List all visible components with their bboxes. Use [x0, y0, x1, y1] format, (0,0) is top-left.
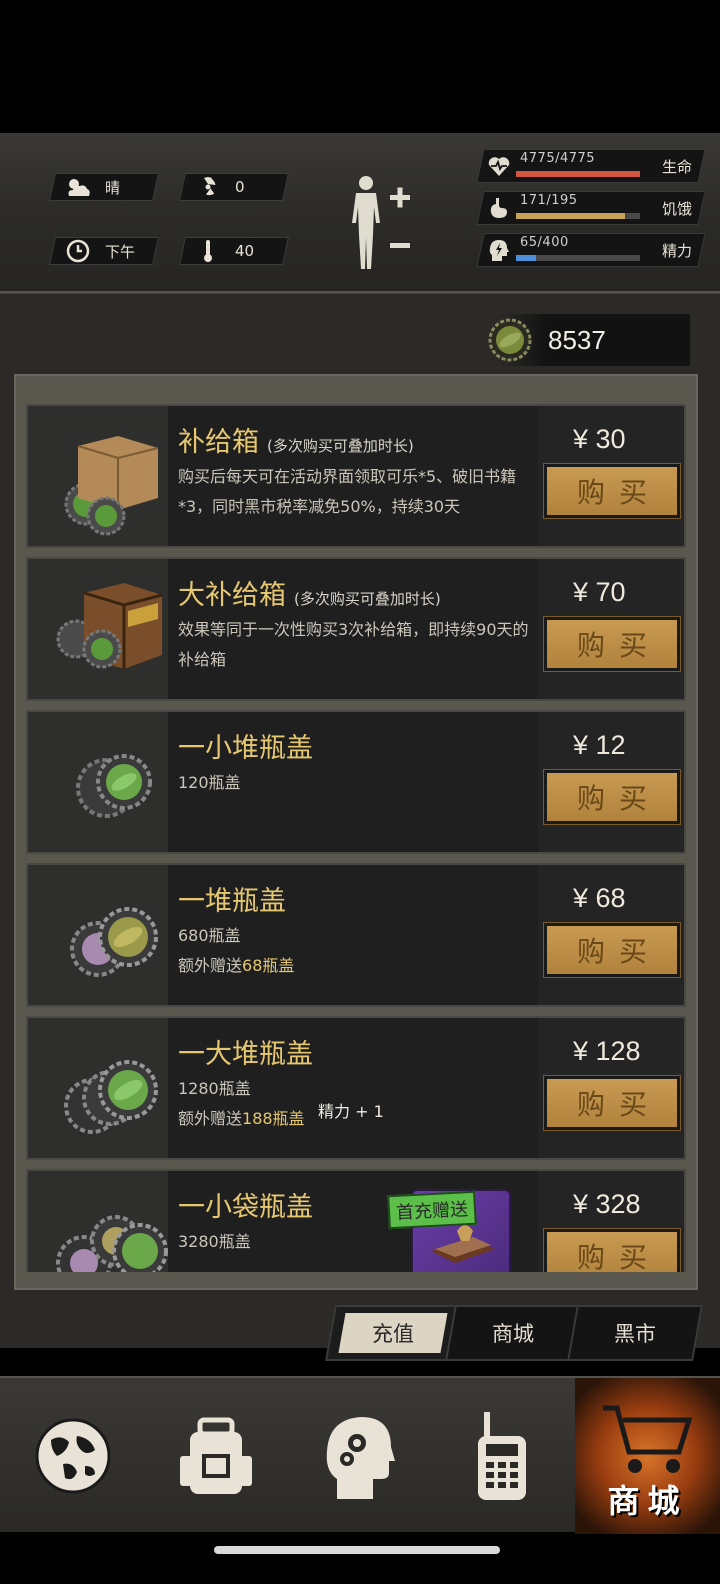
tab-label: 黑市	[614, 1322, 656, 1346]
buy-button[interactable]: 购买	[543, 1228, 681, 1272]
energy-label: 精力	[661, 242, 692, 260]
item-description: 效果等同于一次性购买3次补给箱，即持续90天的补给箱	[178, 620, 529, 669]
nav-skills-button[interactable]	[286, 1378, 431, 1534]
tab-mall[interactable]: 商城	[445, 1305, 581, 1361]
character-body-button[interactable]	[348, 173, 418, 273]
item-price: ¥ 128	[573, 1036, 641, 1066]
shop-tabs: 充值 商城 黑市	[320, 1305, 710, 1365]
body-figure-icon	[352, 176, 410, 269]
energy-value: 65/400	[520, 235, 569, 250]
cart-icon	[603, 1405, 693, 1473]
radio-icon	[477, 1412, 526, 1500]
nav-backpack-button[interactable]	[143, 1378, 288, 1534]
item-price: ¥ 30	[573, 424, 626, 454]
currency-amount: 8537	[548, 325, 606, 355]
shop-panel: 8537 补给箱 (多次购买可叠加时长) 购买后每天可在活动界面领取可乐*5、破…	[0, 293, 720, 1348]
health-value: 4775/4775	[520, 151, 596, 166]
energy-head-icon	[486, 237, 512, 263]
item-note: (多次购买可叠加时长)	[267, 437, 414, 455]
big-cap-pile-icon	[28, 1018, 168, 1158]
time-value: 下午	[105, 242, 136, 261]
hunger-label: 饥饿	[661, 200, 692, 218]
large-supply-crate-icon	[28, 559, 168, 699]
item-name: 一大堆瓶盖	[178, 1039, 313, 1070]
nav-shop-label: 商城	[607, 1482, 688, 1520]
cap-bag-icon	[28, 1171, 168, 1272]
shop-item-big-cap-pile: 一大堆瓶盖 1280瓶盖 额外赠送188瓶盖 精力 + 1 ¥ 128 购买	[26, 1016, 686, 1160]
health-bar-fill	[516, 171, 640, 177]
item-price: ¥ 70	[573, 577, 626, 607]
skills-head-icon	[326, 1417, 395, 1499]
home-indicator	[214, 1546, 500, 1554]
item-name: 一小袋瓶盖	[178, 1192, 313, 1223]
energy-bar-fill	[516, 255, 536, 261]
buy-button[interactable]: 购买	[543, 769, 681, 825]
thermometer-icon	[195, 238, 221, 264]
temperature-value: 40	[235, 242, 255, 260]
bottle-cap-icon	[488, 318, 532, 362]
heart-icon	[486, 153, 512, 179]
item-description: 120瓶盖	[178, 773, 241, 792]
small-cap-pile-icon	[28, 712, 168, 852]
shop-item-supply-box: 补给箱 (多次购买可叠加时长) 购买后每天可在活动界面领取可乐*5、破旧书籍*3，…	[26, 404, 686, 548]
item-price: ¥ 328	[573, 1189, 641, 1219]
energy-stat: 65/400 精力	[476, 233, 706, 267]
first-recharge-banner: 首充赠送	[387, 1190, 477, 1230]
shop-item-large-supply-box: 大补给箱 (多次购买可叠加时长) 效果等同于一次性购买3次补给箱，即持续90天的补…	[26, 557, 686, 701]
item-price: ¥ 12	[573, 730, 626, 760]
clock-icon	[65, 238, 91, 264]
tab-label: 充值	[372, 1322, 414, 1346]
buy-button[interactable]: 购买	[543, 1075, 681, 1131]
currency-display: 8537	[488, 314, 690, 366]
item-name: 一堆瓶盖	[178, 886, 286, 917]
tab-label: 商城	[492, 1322, 534, 1346]
cap-pile-icon	[28, 865, 168, 1005]
radiation-icon	[195, 174, 221, 200]
radiation-value: 0	[235, 178, 245, 196]
stomach-icon	[486, 195, 512, 221]
bottom-navigation: 商城	[0, 1376, 720, 1534]
item-price: ¥ 68	[573, 883, 626, 913]
item-name: 一小堆瓶盖	[178, 733, 313, 764]
shop-item-frame: 补给箱 (多次购买可叠加时长) 购买后每天可在活动界面领取可乐*5、破旧书籍*3，…	[14, 374, 698, 1290]
item-name: 大补给箱 (多次购买可叠加时长)	[178, 580, 441, 611]
buy-button[interactable]: 购买	[543, 922, 681, 978]
globe-icon	[35, 1418, 110, 1494]
status-panel: 晴 0 下午 40 4775/4775 生命 171/195 饥饿 65/400…	[0, 133, 720, 293]
radiation-chip: 0	[179, 173, 289, 201]
buy-button[interactable]: 购买	[543, 616, 681, 672]
tab-recharge[interactable]: 充值	[325, 1305, 461, 1361]
sun-cloud-icon	[65, 174, 91, 200]
shop-item-cap-pile: 一堆瓶盖 680瓶盖 额外赠送68瓶盖 ¥ 68 购买	[26, 863, 686, 1007]
weather-value: 晴	[105, 178, 121, 197]
hunger-bar-fill	[516, 213, 626, 219]
item-note: (多次购买可叠加时长)	[294, 590, 441, 608]
item-description: 680瓶盖 额外赠送68瓶盖	[178, 926, 295, 975]
shop-item-cap-bag: 一小袋瓶盖 3280瓶盖 首充赠送 ¥ 328 购买	[26, 1169, 686, 1272]
nav-map-button[interactable]	[0, 1378, 145, 1534]
energy-bonus-tag: 精力 + 1	[318, 1102, 384, 1121]
tab-black-market[interactable]: 黑市	[567, 1305, 703, 1361]
buy-button[interactable]: 购买	[543, 463, 681, 519]
nav-radio-button[interactable]	[429, 1378, 574, 1534]
health-stat: 4775/4775 生命	[476, 149, 706, 183]
temperature-chip: 40	[179, 237, 289, 265]
backpack-icon	[179, 1417, 252, 1494]
health-label: 生命	[661, 158, 692, 176]
item-name: 补给箱 (多次购买可叠加时长)	[178, 427, 414, 458]
shop-item-list[interactable]: 补给箱 (多次购买可叠加时长) 购买后每天可在活动界面领取可乐*5、破旧书籍*3，…	[26, 404, 688, 1272]
shop-item-small-cap-pile: 一小堆瓶盖 120瓶盖 ¥ 12 购买	[26, 710, 686, 854]
weather-chip: 晴	[49, 173, 159, 201]
item-description: 购买后每天可在活动界面领取可乐*5、破旧书籍*3，同时黑市税率减免50%，持续3…	[178, 467, 517, 516]
time-chip: 下午	[49, 237, 159, 265]
supply-box-icon	[28, 406, 168, 546]
nav-shop-button[interactable]: 商城	[575, 1378, 720, 1534]
hunger-stat: 171/195 饥饿	[476, 191, 706, 225]
hunger-value: 171/195	[520, 193, 578, 208]
